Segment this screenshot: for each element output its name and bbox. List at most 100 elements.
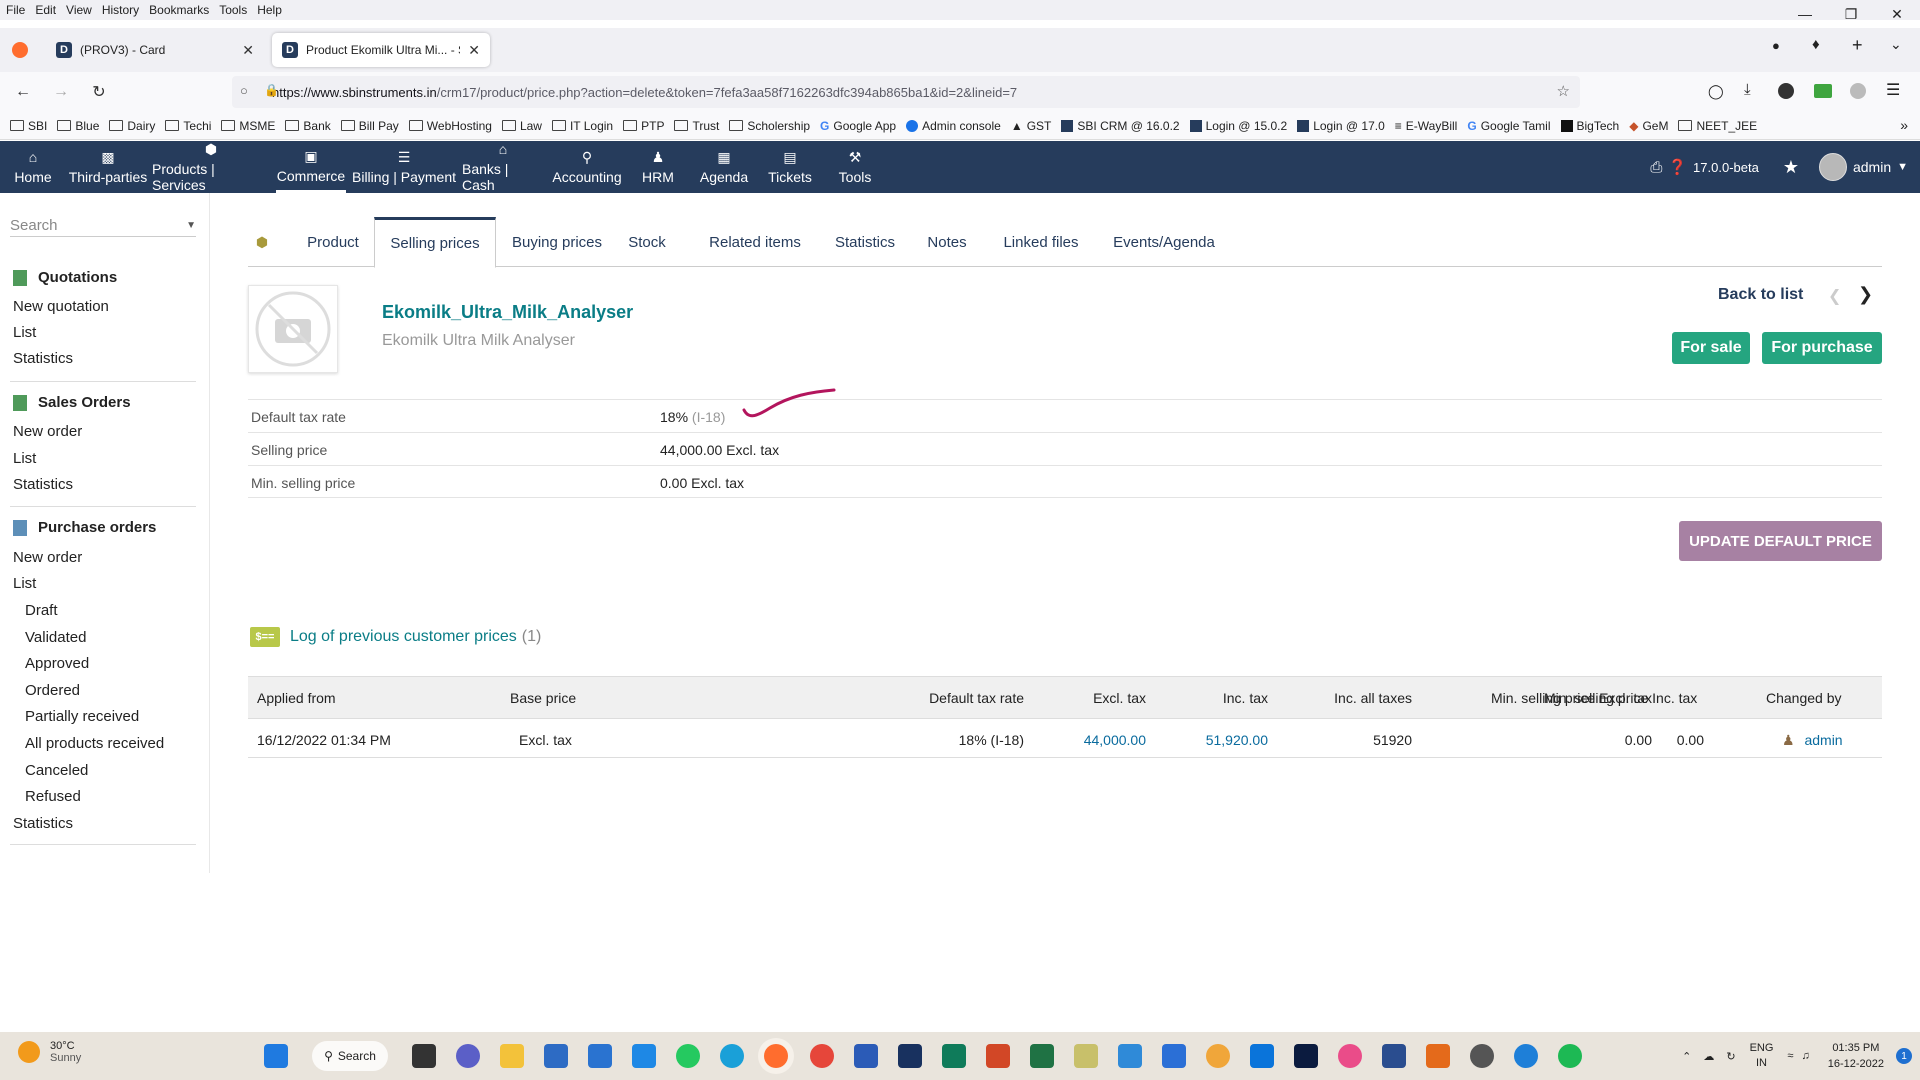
list-tabs-icon[interactable]: ⌄ — [1890, 36, 1902, 53]
app-icon[interactable] — [1118, 1044, 1142, 1068]
bookmark-item[interactable]: ≡ E-WayBill — [1395, 119, 1458, 133]
search-select[interactable]: Search ▼ — [10, 215, 196, 237]
more-bookmarks-icon[interactable]: » — [1900, 117, 1908, 133]
tray-chevron-icon[interactable]: ⌃ — [1682, 1050, 1691, 1063]
wifi-icon[interactable]: ≈ — [1787, 1050, 1793, 1062]
bookmark-item[interactable]: ◆ GeM — [1629, 119, 1668, 133]
bookmark-item[interactable]: Techi — [165, 119, 211, 133]
help-app-icon[interactable] — [1514, 1044, 1538, 1068]
col-inc-tax[interactable]: Inc. tax — [1223, 690, 1268, 706]
notification-badge[interactable]: 1 — [1896, 1048, 1912, 1064]
sync-icon[interactable]: ↻ — [1726, 1050, 1735, 1063]
bookmark-item[interactable]: Dairy — [109, 119, 155, 133]
hamburger-menu-icon[interactable]: ☰ — [1886, 80, 1900, 100]
photoshop-icon[interactable] — [1294, 1044, 1318, 1068]
bookmark-item[interactable]: MSME — [221, 119, 275, 133]
col-min-price-inc[interactable]: Min. selling price Inc. tax — [1544, 690, 1704, 706]
app-icon[interactable] — [1250, 1044, 1274, 1068]
col-excl-tax[interactable]: Excl. tax — [1093, 690, 1146, 706]
weather-widget[interactable]: 30°C Sunny — [18, 1040, 81, 1064]
bookmark-item[interactable]: Admin console — [906, 119, 1001, 133]
extension-icon[interactable]: ● — [1772, 38, 1780, 53]
menu-head-purchase-orders[interactable]: Purchase orders — [13, 519, 156, 536]
notes-icon[interactable] — [1382, 1044, 1406, 1068]
menu-new-purchase-order[interactable]: New order — [13, 549, 82, 566]
url-bar[interactable]: ○ 🔒 https://www.sbinstruments.in/crm17/p… — [232, 76, 1580, 108]
itunes-icon[interactable] — [1338, 1044, 1362, 1068]
bookmark-item[interactable]: Trust — [674, 119, 719, 133]
tab-events-agenda[interactable]: Events/Agenda — [1112, 217, 1216, 267]
taskbar-search[interactable]: ⚲ Search — [312, 1041, 388, 1071]
profile-icon[interactable] — [1850, 83, 1866, 99]
mail-icon[interactable] — [632, 1044, 656, 1068]
close-window-icon[interactable]: ✕ — [1874, 0, 1920, 28]
bookmark-item[interactable]: G Google Tamil — [1467, 119, 1550, 133]
clock[interactable]: 01:35 PM 16-12-2022 — [1828, 1040, 1884, 1072]
volume-icon[interactable]: ♫ — [1801, 1050, 1809, 1062]
menu-po-refused[interactable]: Refused — [25, 788, 81, 805]
bookmark-item[interactable]: Law — [501, 119, 542, 133]
print-icon[interactable]: ⎙ — [1650, 159, 1662, 176]
back-icon[interactable]: ← — [8, 77, 38, 107]
bookmark-item[interactable]: Login @ 17.0 — [1297, 119, 1385, 133]
menu-po-partially-received[interactable]: Partially received — [25, 708, 139, 725]
browser-tab-prov3[interactable]: D (PROV3) - Card ✕ — [46, 33, 264, 67]
browser-tab-product[interactable]: D Product Ekomilk Ultra Mi... - Se ✕ — [272, 33, 490, 67]
nav-tools[interactable]: ⚒ Tools — [836, 141, 874, 193]
bookmark-item[interactable]: BigTech — [1560, 119, 1619, 133]
powerpoint-icon[interactable] — [986, 1044, 1010, 1068]
menu-sales-orders-statistics[interactable]: Statistics — [13, 476, 73, 493]
tab-buying-prices[interactable]: Buying prices — [506, 217, 608, 267]
menu-new-quotation[interactable]: New quotation — [13, 298, 109, 315]
next-record-icon[interactable]: ❯ — [1858, 284, 1873, 305]
camera-icon[interactable] — [1470, 1044, 1494, 1068]
bookmark-item[interactable]: ▲ GST — [1011, 119, 1052, 133]
avatar[interactable] — [1818, 153, 1847, 181]
menu-po-approved[interactable]: Approved — [25, 655, 89, 672]
menu-file[interactable]: File — [6, 3, 25, 17]
language-indicator[interactable]: ENG IN — [1750, 1041, 1774, 1071]
user-name[interactable]: admin — [1853, 159, 1891, 175]
menu-purchase-orders-list[interactable]: List — [13, 575, 36, 592]
app-star-icon[interactable] — [898, 1044, 922, 1068]
nav-tickets[interactable]: ▤ Tickets — [766, 141, 814, 193]
forward-icon[interactable]: → — [46, 77, 76, 107]
help-icon[interactable]: ❓ — [1668, 158, 1687, 176]
menu-new-sales-order[interactable]: New order — [13, 423, 82, 440]
col-default-tax-rate[interactable]: Default tax rate — [929, 690, 1024, 706]
nav-third-parties[interactable]: ▩ Third-parties — [68, 141, 148, 193]
bookmark-item[interactable]: Bill Pay — [340, 119, 399, 133]
firefox-taskbar-icon[interactable] — [764, 1044, 788, 1068]
chrome-icon[interactable] — [810, 1044, 834, 1068]
teams-chat-icon[interactable] — [456, 1044, 480, 1068]
bookmark-item[interactable]: Login @ 15.0.2 — [1189, 119, 1287, 133]
app-icon[interactable] — [588, 1044, 612, 1068]
menu-edit[interactable]: Edit — [35, 3, 56, 17]
tab-linked-files[interactable]: Linked files — [1000, 217, 1082, 267]
shield-icon[interactable]: ○ — [240, 83, 248, 98]
extension-green-icon[interactable] — [1814, 84, 1832, 98]
menu-history[interactable]: History — [102, 3, 139, 17]
account-icon[interactable] — [1778, 83, 1794, 99]
back-to-list-link[interactable]: Back to list — [1718, 286, 1803, 304]
bookmark-item[interactable]: G Google App — [820, 119, 896, 133]
menu-tools[interactable]: Tools — [219, 3, 247, 17]
menu-po-all-received[interactable]: All products received — [25, 735, 164, 752]
tab-related-items[interactable]: Related items — [706, 217, 804, 267]
new-tab-icon[interactable]: + — [1852, 35, 1863, 56]
bookmark-item[interactable]: SBI CRM @ 16.0.2 — [1061, 119, 1180, 133]
bookmark-item[interactable]: IT Login — [551, 119, 613, 133]
download-icon[interactable]: ⤓ — [1744, 81, 1751, 98]
pocket-icon[interactable]: ◯ — [1708, 83, 1724, 100]
task-view-icon[interactable] — [412, 1044, 436, 1068]
lock-icon[interactable]: 🔒 — [264, 83, 279, 97]
menu-quotations-statistics[interactable]: Statistics — [13, 350, 73, 367]
cell-excl-tax[interactable]: 44,000.00 — [1084, 732, 1146, 748]
bookmark-star-icon[interactable]: ★ — [1783, 157, 1799, 178]
nav-accounting[interactable]: ⚲ Accounting — [550, 141, 624, 193]
menu-po-canceled[interactable]: Canceled — [25, 762, 88, 779]
firefox-icon[interactable] — [12, 42, 28, 58]
cell-inc-tax[interactable]: 51,920.00 — [1206, 732, 1268, 748]
nav-hrm[interactable]: ♟ HRM — [640, 141, 676, 193]
menu-head-quotations[interactable]: Quotations — [13, 269, 117, 286]
